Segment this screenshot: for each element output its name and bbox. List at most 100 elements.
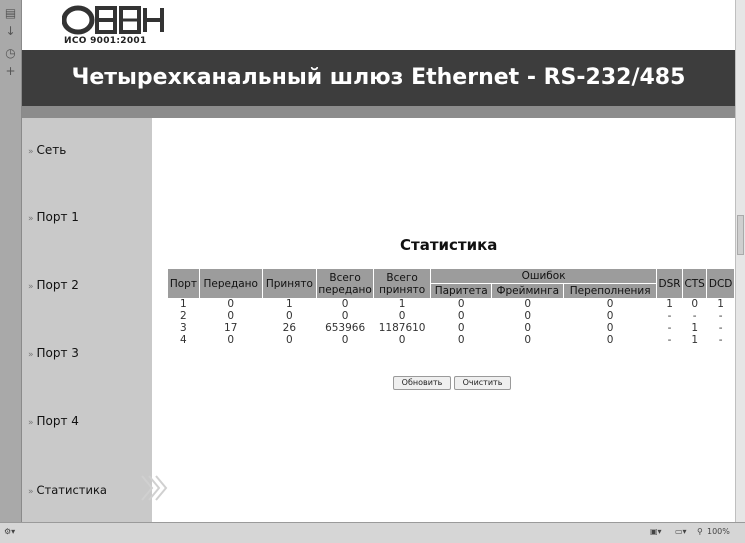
menu-item-port-4[interactable]: » Порт 4 — [28, 414, 79, 428]
table-cell: 1187610 — [378, 322, 426, 334]
col-header-overflow: Переполнения — [564, 284, 657, 298]
table-cell: 0 — [398, 334, 406, 346]
table-cell: 0 — [457, 334, 465, 346]
scrollbar-thumb[interactable] — [737, 215, 744, 255]
download-icon[interactable]: ↓ — [3, 24, 18, 39]
col-header-errors: Ошибок — [431, 269, 657, 283]
table-cell: 0 — [524, 310, 532, 322]
table-cell: 1 — [286, 298, 293, 310]
col-header-parity: Паритета — [431, 284, 492, 298]
table-cell: - — [667, 334, 672, 346]
menu-item-label: Порт 1 — [36, 210, 79, 224]
col-header-total-sent: Всего переданo — [317, 269, 374, 298]
chevron-right-icon: » — [28, 282, 34, 292]
col-header-port: Порт — [168, 269, 199, 298]
menu-item-label: Порт 3 — [36, 346, 79, 360]
menu-icon[interactable]: ▤ — [3, 6, 18, 21]
menu-item-port-2[interactable]: » Порт 2 — [28, 278, 79, 292]
vertical-scrollbar[interactable] — [735, 0, 745, 522]
table-cell: 0 — [606, 322, 614, 334]
chevron-right-icon: » — [28, 350, 34, 360]
title-bar-strip — [22, 106, 735, 118]
table-cell: 1 — [691, 334, 698, 346]
menu-item-label: Порт 4 — [36, 414, 79, 428]
col-header-total-received: Всего принято — [374, 269, 431, 298]
side-menu: » Сеть » Порт 1 » Порт 2 » Порт 3 » Порт 4 » С… — [22, 118, 152, 522]
table-cell: 1 — [691, 322, 698, 334]
table-cell: 0 — [227, 334, 235, 346]
table-cell: 1 — [180, 298, 187, 310]
table-cell: 4 — [180, 334, 187, 346]
table-row: 4 0 0 0 0 0 0 0 - 1 - — [168, 335, 734, 346]
chevron-right-icon: » — [28, 418, 34, 428]
table-cell: 0 — [524, 322, 532, 334]
history-icon[interactable]: ◷ — [3, 46, 18, 61]
logo-area: ИСО 9001:2001 — [22, 0, 735, 50]
clear-button[interactable]: Очистить — [454, 376, 511, 390]
col-header-dsr: DSR — [657, 269, 683, 298]
col-header-dcd: DCD — [707, 269, 734, 298]
left-toolbar: ▤ ↓ ◷ + — [0, 0, 22, 522]
chevron-right-icon: » — [28, 147, 34, 157]
table-cell: 0 — [606, 334, 614, 346]
table-cell: - — [667, 310, 672, 322]
col-header-sent: Передано — [199, 269, 262, 298]
add-icon[interactable]: + — [3, 64, 18, 79]
stats-title: Статистика — [400, 236, 498, 254]
table-cell: 0 — [341, 310, 349, 322]
table-cell: 0 — [524, 334, 532, 346]
table-cell: 0 — [286, 310, 293, 322]
table-cell: 1 — [717, 298, 724, 310]
table-cell: 3 — [180, 322, 187, 334]
browser-window: ▤ ↓ ◷ + ИСО 9001:2001 Четырехканальный ш… — [0, 0, 745, 543]
table-cell: 0 — [227, 310, 235, 322]
table-cell: 653966 — [325, 322, 366, 334]
table-cell: 0 — [691, 298, 698, 310]
zoom-icon[interactable]: ⚲ — [697, 527, 703, 536]
active-chevron-icon — [141, 475, 168, 501]
chevron-right-icon: » — [28, 214, 34, 224]
page-icon[interactable]: ▭▾ — [675, 527, 687, 536]
logo-iso-text: ИСО 9001:2001 — [64, 36, 147, 46]
table-cell: 0 — [457, 322, 465, 334]
menu-item-statistics[interactable]: » Статистика — [28, 483, 107, 497]
table-cell: 0 — [398, 310, 406, 322]
settings-icon[interactable]: ⚙▾ — [4, 527, 15, 536]
chevron-right-icon: » — [28, 487, 34, 497]
stats-table: Порт Передано Принято Всего переданo Все… — [167, 268, 735, 347]
table-cell: 0 — [286, 334, 293, 346]
col-header-framing: Фрейминга — [492, 284, 564, 298]
menu-item-network[interactable]: » Сеть — [28, 143, 66, 157]
page-content: ИСО 9001:2001 Четырехканальный шлюз Ethe… — [22, 0, 735, 522]
table-cell: 1 — [398, 298, 406, 310]
menu-item-port-1[interactable]: » Порт 1 — [28, 210, 79, 224]
status-bar: ⚙▾ ▣▾ ▭▾ ⚲ 100% — [0, 522, 745, 543]
table-cell: 2 — [180, 310, 187, 322]
col-header-received: Принято — [262, 269, 317, 298]
menu-item-label: Сеть — [36, 143, 67, 157]
table-row: 1 0 1 0 1 0 0 0 1 0 1 — [168, 299, 734, 310]
company-logo — [62, 5, 164, 35]
table-cell: - — [718, 310, 723, 322]
table-row: 3 17 26 653966 1187610 0 0 0 - 1 - — [168, 323, 734, 334]
table-cell: 0 — [227, 298, 235, 310]
menu-item-port-3[interactable]: » Порт 3 — [28, 346, 79, 360]
page-title: Четырехканальный шлюз Ethernet - RS-232/… — [71, 65, 686, 90]
table-cell: - — [692, 310, 697, 322]
table-cell: 0 — [606, 310, 614, 322]
menu-item-label: Порт 2 — [36, 278, 79, 292]
table-cell: - — [718, 322, 723, 334]
table-cell: 0 — [524, 298, 532, 310]
table-cell: 0 — [341, 334, 349, 346]
table-cell: - — [667, 322, 672, 334]
refresh-button[interactable]: Обновить — [393, 376, 451, 390]
table-cell: 1 — [666, 298, 673, 310]
table-cell: 0 — [606, 298, 614, 310]
table-cell: 0 — [457, 310, 465, 322]
table-row: 2 0 0 0 0 0 0 0 - - - — [168, 311, 734, 322]
menu-item-label: Статистика — [36, 483, 107, 497]
table-cell: 0 — [457, 298, 465, 310]
view-icon[interactable]: ▣▾ — [650, 527, 662, 536]
zoom-level[interactable]: 100% — [707, 527, 730, 536]
table-cell: 17 — [224, 322, 238, 334]
